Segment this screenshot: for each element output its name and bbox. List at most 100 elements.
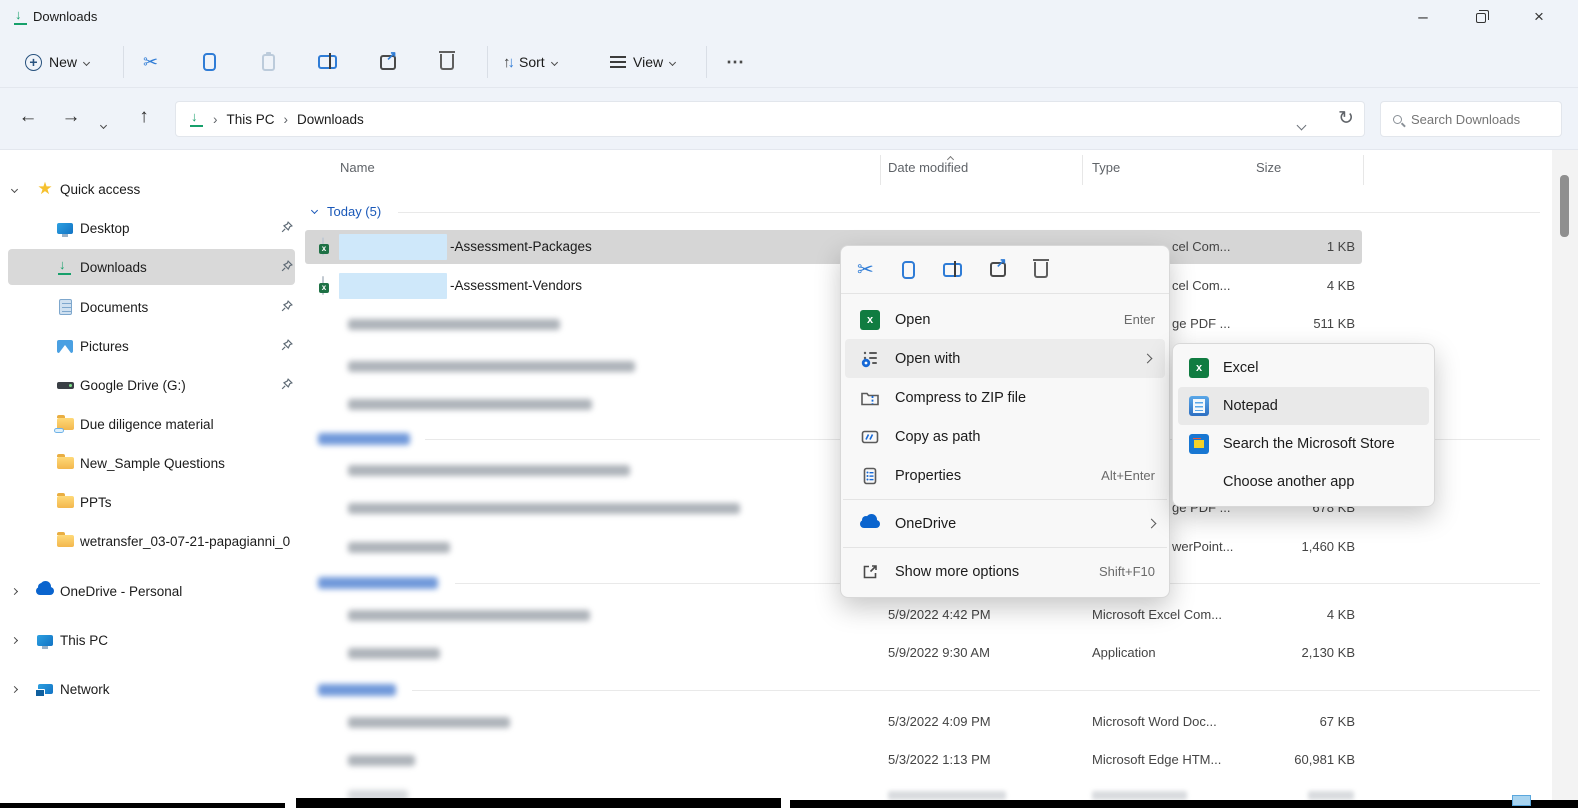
forward-button[interactable]: → xyxy=(55,102,87,134)
sidebar-item-onedrive[interactable]: OneDrive - Personal xyxy=(0,573,300,609)
navigation-pane: ★ Quick access Desktop Downloads Documen… xyxy=(0,150,300,808)
sidebar-item-ppts[interactable]: PPTs xyxy=(0,484,300,520)
toolbar-divider xyxy=(123,46,124,78)
delete-button[interactable] xyxy=(440,44,454,80)
sidebar-item-quick-access[interactable]: ★ Quick access xyxy=(0,171,300,207)
sidebar-item-due-diligence-material[interactable]: Due diligence material xyxy=(0,406,300,442)
sidebar-item-google-drive[interactable]: Google Drive (G:) xyxy=(0,367,300,403)
close-button[interactable]: × xyxy=(1516,0,1562,36)
see-more-button[interactable]: ⋯ xyxy=(726,44,744,80)
downloads-folder-icon xyxy=(14,10,28,25)
scrollbar-thumb[interactable] xyxy=(1560,175,1569,237)
vertical-scrollbar[interactable] xyxy=(1552,150,1578,808)
menu-item-compress-zip[interactable]: Compress to ZIP file xyxy=(841,378,1169,417)
sidebar-item-new-sample-questions[interactable]: New_Sample Questions xyxy=(0,445,300,481)
submenu-item-notepad[interactable]: Notepad xyxy=(1178,387,1429,425)
column-divider[interactable] xyxy=(880,155,881,185)
menu-item-show-more-options[interactable]: Show more options Shift+F10 xyxy=(841,552,1169,591)
delete-icon[interactable] xyxy=(1034,262,1048,278)
rename-icon[interactable] xyxy=(943,263,962,277)
paste-button[interactable] xyxy=(262,44,275,80)
new-button[interactable]: + New xyxy=(25,44,89,80)
recent-locations-button[interactable] xyxy=(101,115,106,133)
copy-button[interactable] xyxy=(203,44,216,80)
sidebar-item-network[interactable]: Network xyxy=(0,671,300,707)
submenu-item-search-microsoft-store[interactable]: Search the Microsoft Store xyxy=(1173,425,1434,463)
sidebar-item-label: Pictures xyxy=(80,339,129,354)
column-divider[interactable] xyxy=(1082,155,1083,185)
file-size: 60,981 KB xyxy=(1205,752,1355,767)
rename-button[interactable] xyxy=(318,44,337,80)
view-icon xyxy=(610,56,626,68)
rename-icon xyxy=(318,55,337,69)
sidebar-item-wetransfer[interactable]: wetransfer_03-07-21-papagianni_0 xyxy=(0,523,300,559)
refresh-button[interactable]: ↻ xyxy=(1338,109,1354,128)
breadcrumb-separator: › xyxy=(213,112,218,127)
expander-chevron-icon[interactable] xyxy=(11,685,18,692)
share-icon[interactable] xyxy=(990,262,1006,277)
group-collapse-icon[interactable] xyxy=(311,207,318,214)
column-header-date-modified[interactable]: Date modified xyxy=(888,160,968,175)
excel-app-icon: x xyxy=(860,310,880,330)
search-box[interactable] xyxy=(1380,101,1562,137)
redacted-name-blur xyxy=(348,717,510,728)
menu-item-properties[interactable]: Properties Alt+Enter xyxy=(841,456,1169,495)
breadcrumb-downloads[interactable]: Downloads xyxy=(297,112,364,127)
group-divider-line xyxy=(412,690,1540,691)
group-header-today[interactable]: Today (5) xyxy=(300,197,1552,227)
group-header-redacted[interactable] xyxy=(300,675,1552,705)
copy-icon[interactable] xyxy=(902,261,915,279)
redacted-name-blur xyxy=(348,503,740,514)
file-type: Microsoft Word Doc... xyxy=(1092,714,1217,729)
redacted-date-blur xyxy=(888,791,1006,800)
menu-item-copy-as-path[interactable]: Copy as path xyxy=(841,417,1169,456)
column-header-name[interactable]: Name xyxy=(340,160,375,175)
search-input[interactable] xyxy=(1411,112,1541,127)
table-row[interactable]: 5/9/2022 9:30 AM Application 2,130 KB xyxy=(300,636,1552,670)
table-row[interactable]: 5/3/2022 1:13 PM Microsoft Edge HTM... 6… xyxy=(300,743,1552,777)
up-icon: ↑ xyxy=(139,106,149,127)
menu-item-open[interactable]: x Open Enter xyxy=(841,300,1169,339)
sidebar-item-this-pc[interactable]: This PC xyxy=(0,622,300,658)
sidebar-item-pictures[interactable]: Pictures xyxy=(0,328,300,364)
cut-button[interactable]: ✂ xyxy=(143,44,158,80)
column-header-size[interactable]: Size xyxy=(1256,160,1281,175)
documents-icon xyxy=(59,299,72,315)
minimize-button[interactable]: – xyxy=(1400,0,1446,36)
expander-chevron-icon[interactable] xyxy=(11,636,18,643)
expander-chevron-icon[interactable] xyxy=(11,185,18,192)
restore-button[interactable] xyxy=(1458,0,1504,36)
context-menu: ✂ x Open Enter Open with Compress to ZIP… xyxy=(840,245,1170,598)
column-header-type[interactable]: Type xyxy=(1092,160,1120,175)
cut-icon[interactable]: ✂ xyxy=(857,260,874,280)
breadcrumb-this-pc[interactable]: This PC xyxy=(227,112,275,127)
table-row[interactable]: 5/3/2022 4:09 PM Microsoft Word Doc... 6… xyxy=(300,705,1552,739)
submenu-item-choose-another-app[interactable]: Choose another app xyxy=(1173,463,1434,501)
up-button[interactable]: ↑ xyxy=(128,102,160,134)
back-icon: ← xyxy=(19,106,38,127)
column-divider[interactable] xyxy=(1363,155,1364,185)
copy-path-icon xyxy=(859,427,881,447)
downloads-folder-icon xyxy=(190,112,204,127)
sidebar-item-documents[interactable]: Documents xyxy=(0,289,300,325)
address-bar[interactable]: › This PC › Downloads xyxy=(175,101,1365,137)
menu-item-open-with[interactable]: Open with xyxy=(845,339,1165,378)
sidebar-item-label: This PC xyxy=(60,633,108,648)
sidebar-item-desktop[interactable]: Desktop xyxy=(0,210,300,246)
sort-label: Sort xyxy=(519,54,545,70)
sidebar-item-downloads[interactable]: Downloads xyxy=(0,249,300,285)
view-button[interactable]: View xyxy=(610,44,675,80)
back-button[interactable]: ← xyxy=(12,102,44,134)
redacted-name-block xyxy=(339,234,447,260)
sort-button[interactable]: ↑↓ Sort xyxy=(503,44,557,80)
bottom-blue-artifact xyxy=(1512,795,1531,806)
address-dropdown-button[interactable] xyxy=(1298,116,1305,134)
expander-chevron-icon[interactable] xyxy=(11,587,18,594)
sidebar-item-label: Desktop xyxy=(80,221,130,236)
table-row[interactable]: 5/9/2022 4:42 PM Microsoft Excel Com... … xyxy=(300,598,1552,632)
share-button[interactable] xyxy=(380,44,396,80)
submenu-item-excel[interactable]: x Excel xyxy=(1173,349,1434,387)
file-size: 511 KB xyxy=(1205,316,1355,331)
menu-item-onedrive[interactable]: OneDrive xyxy=(841,504,1169,543)
sidebar-item-label: wetransfer_03-07-21-papagianni_0 xyxy=(80,534,290,549)
